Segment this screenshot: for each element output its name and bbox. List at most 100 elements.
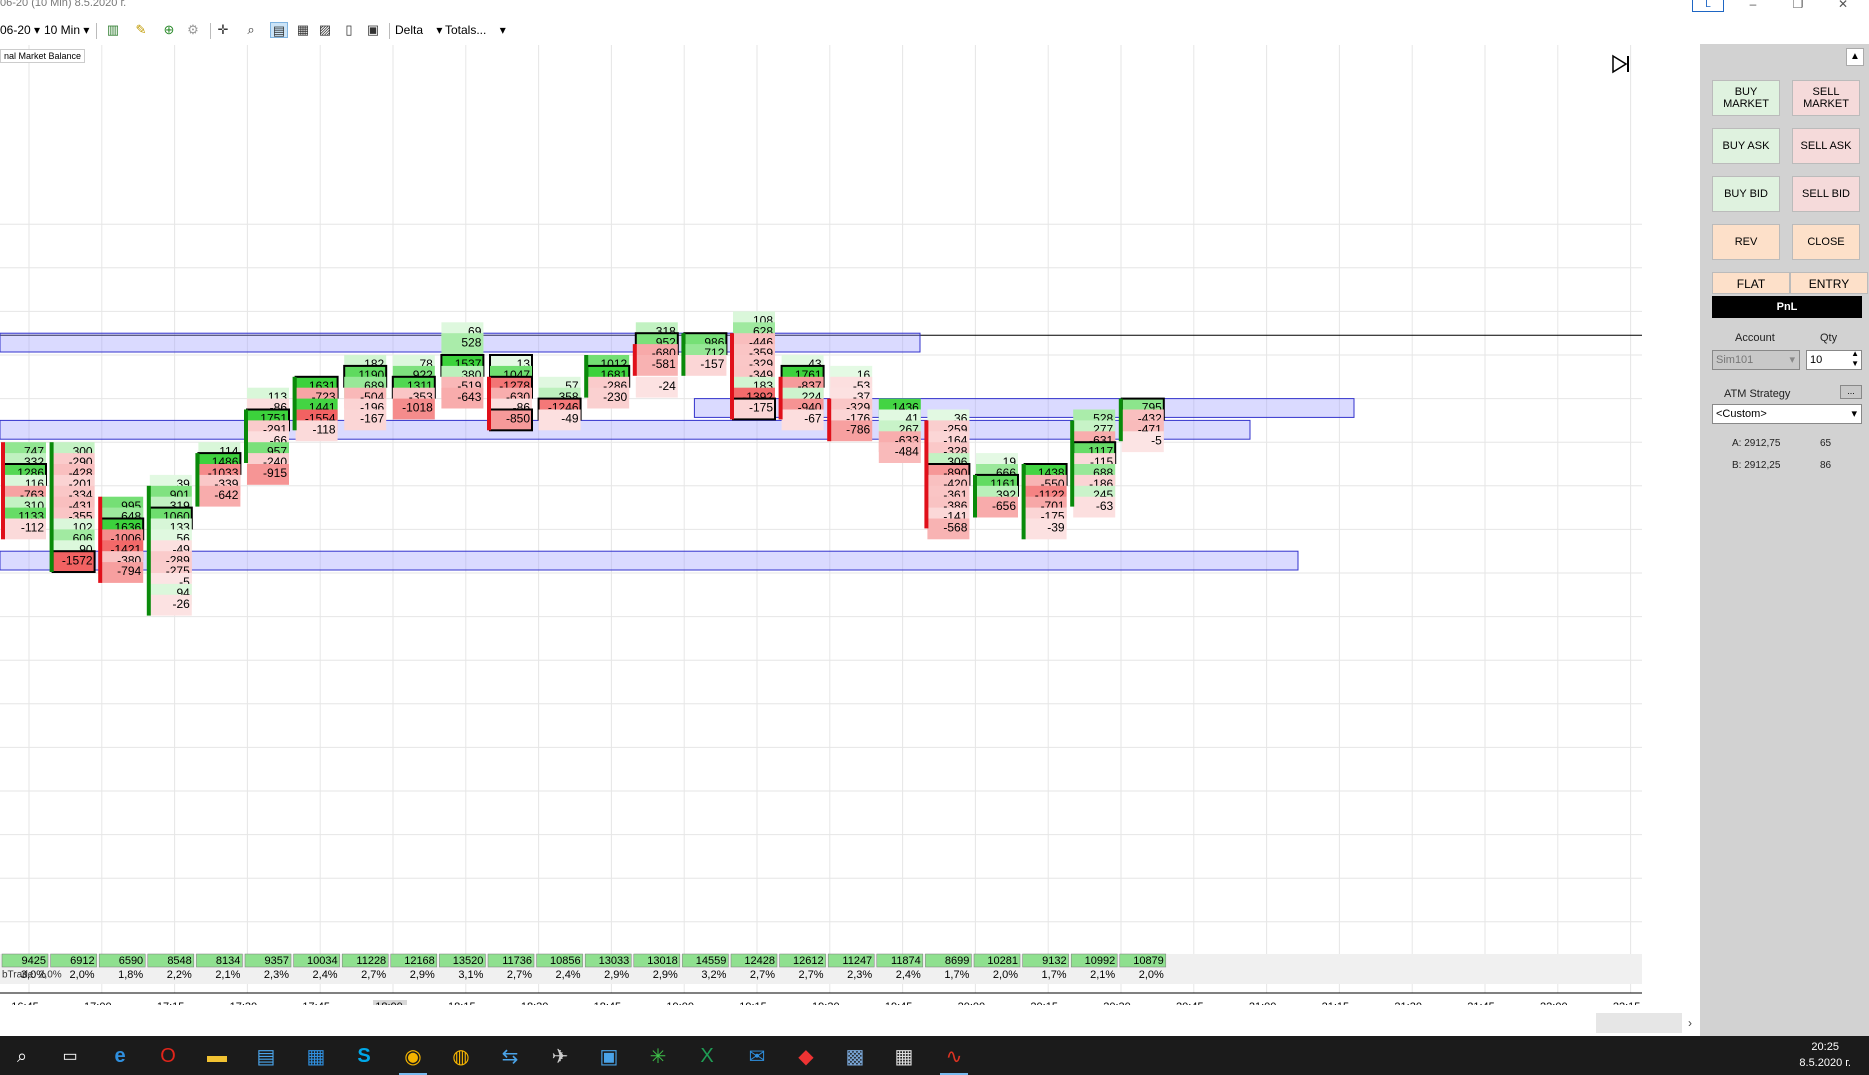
candle-body-bar — [827, 398, 832, 442]
close-position-button[interactable]: CLOSE — [1792, 224, 1860, 260]
anydesk-icon[interactable]: ◆ — [792, 1042, 820, 1070]
sell-market-button[interactable]: SELL MARKET — [1792, 80, 1860, 116]
reverse-button[interactable]: REV — [1712, 224, 1780, 260]
data-box-icon[interactable]: ▦ — [294, 22, 312, 38]
footprint-value: -167 — [360, 412, 384, 426]
ninjatrader-icon[interactable]: ∿ — [940, 1042, 968, 1075]
flat-button[interactable]: FLAT — [1712, 272, 1790, 294]
horizontal-scrollbar[interactable] — [1596, 1013, 1682, 1033]
volume-percent: 2,9% — [653, 969, 678, 981]
scroll-right-icon[interactable]: › — [1683, 1013, 1697, 1033]
period-selector[interactable]: 10 Min ▾ — [44, 21, 89, 39]
calculator-icon[interactable]: ▦ — [890, 1042, 918, 1070]
period-label: 10 Min — [44, 23, 81, 37]
minimize-button[interactable]: – — [1733, 0, 1773, 11]
chrome-browser-icon[interactable]: ◉ — [399, 1042, 427, 1075]
footprint-value: -915 — [263, 466, 287, 480]
restore-button[interactable]: ❐ — [1778, 0, 1818, 11]
delta-menu-label: Delta — [395, 23, 424, 37]
candle-body-bar — [1, 442, 5, 540]
buy-ask-button[interactable]: BUY ASK — [1712, 128, 1780, 164]
mail-icon[interactable]: ✉ — [743, 1042, 771, 1070]
candle-body-bar — [924, 420, 929, 529]
drawing-tool-icon[interactable]: ✎ — [132, 22, 150, 38]
instrument-selector[interactable]: 06-20 ▾ — [0, 21, 40, 39]
buy-market-button[interactable]: BUY MARKET — [1712, 80, 1780, 116]
footprint-value: -1018 — [402, 401, 433, 415]
file-explorer-icon[interactable]: ▬ — [203, 1042, 231, 1070]
zoom-icon[interactable]: ⌕ — [242, 22, 260, 38]
volume-percent: 2,1% — [1090, 969, 1115, 981]
candle-body-bar — [778, 376, 783, 420]
chart-trader-icon[interactable]: ▤ — [270, 22, 288, 38]
volume-percent: 1,8% — [118, 969, 143, 981]
chart-canvas[interactable]: 2922,002920,002918,002916,002914,002912,… — [0, 45, 1642, 1005]
time-axis-label: 21:30 — [1394, 1001, 1422, 1005]
qty-stepper[interactable]: 10 ▲ ▼ — [1806, 349, 1862, 370]
chart-trader-panel: ▲ BUY MARKET SELL MARKET BUY ASK SELL AS… — [1700, 44, 1869, 1036]
save-disk-icon[interactable]: ▩ — [841, 1042, 869, 1070]
teamviewer-icon[interactable]: ⇆ — [496, 1042, 524, 1070]
volume-total: 8548 — [167, 955, 191, 967]
volume-percent: 3,2% — [701, 969, 726, 981]
edge-browser-icon[interactable]: e — [106, 1042, 134, 1070]
footprint-value: -568 — [943, 521, 967, 535]
properties-icon[interactable]: ▯ — [340, 22, 358, 38]
volume-total: 9425 — [22, 955, 46, 967]
task-view-icon[interactable]: ▭ — [56, 1042, 84, 1070]
templates-icon[interactable]: ▨ — [316, 22, 334, 38]
atm-settings-button[interactable]: ... — [1840, 385, 1862, 399]
footprint-value: -786 — [846, 422, 870, 436]
candle-body-bar — [487, 376, 491, 431]
calendar-icon[interactable]: ▦ — [302, 1042, 330, 1070]
excel-icon[interactable]: X — [693, 1042, 721, 1070]
network-tool-icon[interactable]: ✈ — [546, 1042, 574, 1070]
strategy-icon[interactable]: ⚙ — [184, 22, 202, 38]
time-axis-label: 18:45 — [594, 1001, 622, 1005]
balance-zone — [0, 419, 1251, 440]
delta-menu[interactable]: Delta ▾ — [395, 21, 442, 39]
footprint-chart[interactable]: 2922,002920,002918,002916,002914,002912,… — [0, 45, 1642, 1005]
atm-strategy-select[interactable]: <Custom> ▾ — [1712, 404, 1862, 424]
volume-total: 12612 — [793, 955, 824, 967]
volume-percent: 2,7% — [361, 969, 386, 981]
totals-menu[interactable]: Totals... ▾ — [445, 21, 506, 39]
crosshair-icon[interactable]: ✛ — [214, 22, 232, 38]
store-icon[interactable]: ▤ — [252, 1042, 280, 1070]
explorer-icon[interactable]: ▣ — [364, 22, 382, 38]
search-icon[interactable]: ⌕ — [8, 1042, 36, 1070]
volume-total: 9357 — [265, 955, 289, 967]
stepper-arrows-icon[interactable]: ▲ ▼ — [1851, 349, 1859, 369]
skip-to-end-icon[interactable] — [1610, 53, 1632, 75]
volume-total: 13520 — [453, 955, 484, 967]
paint-icon[interactable]: ◍ — [447, 1042, 475, 1070]
account-select[interactable]: Sim101 ▾ — [1712, 350, 1800, 370]
time-axis-label: 19:30 — [812, 1001, 840, 1005]
close-window-button[interactable]: ✕ — [1823, 0, 1863, 11]
volume-percent: 2,0% — [993, 969, 1018, 981]
volume-total: 10879 — [1133, 955, 1164, 967]
footprint-value: -642 — [214, 488, 238, 502]
volume-total: 9132 — [1042, 955, 1066, 967]
footprint-value: -63 — [1096, 499, 1114, 513]
sell-bid-button[interactable]: SELL BID — [1792, 176, 1860, 212]
chart-style-icon[interactable]: ▥ — [104, 22, 122, 38]
buy-bid-button[interactable]: BUY BID — [1712, 176, 1780, 212]
time-axis-label: 20:30 — [1103, 1001, 1131, 1005]
toolbar-divider — [210, 23, 211, 39]
skype-icon[interactable]: S — [350, 1042, 378, 1070]
sell-ask-button[interactable]: SELL ASK — [1792, 128, 1860, 164]
opera-browser-icon[interactable]: O — [154, 1042, 182, 1070]
add-indicator-icon[interactable]: ⊕ — [160, 22, 178, 38]
volume-total: 11247 — [842, 955, 872, 967]
entry-button[interactable]: ENTRY — [1790, 272, 1868, 294]
collapse-panel-icon[interactable]: ▲ — [1846, 48, 1864, 66]
spreadsheet-tool-icon[interactable]: ✳ — [644, 1042, 672, 1070]
toolbar-divider — [96, 23, 97, 39]
volume-total: 6590 — [119, 955, 143, 967]
clock-date: 8.5.2020 г. — [1799, 1057, 1851, 1069]
link-button[interactable]: L — [1692, 0, 1724, 12]
footprint-value: -850 — [506, 412, 530, 426]
remote-desktop-icon[interactable]: ▣ — [595, 1042, 623, 1070]
totals-menu-label: Totals... — [445, 23, 487, 37]
